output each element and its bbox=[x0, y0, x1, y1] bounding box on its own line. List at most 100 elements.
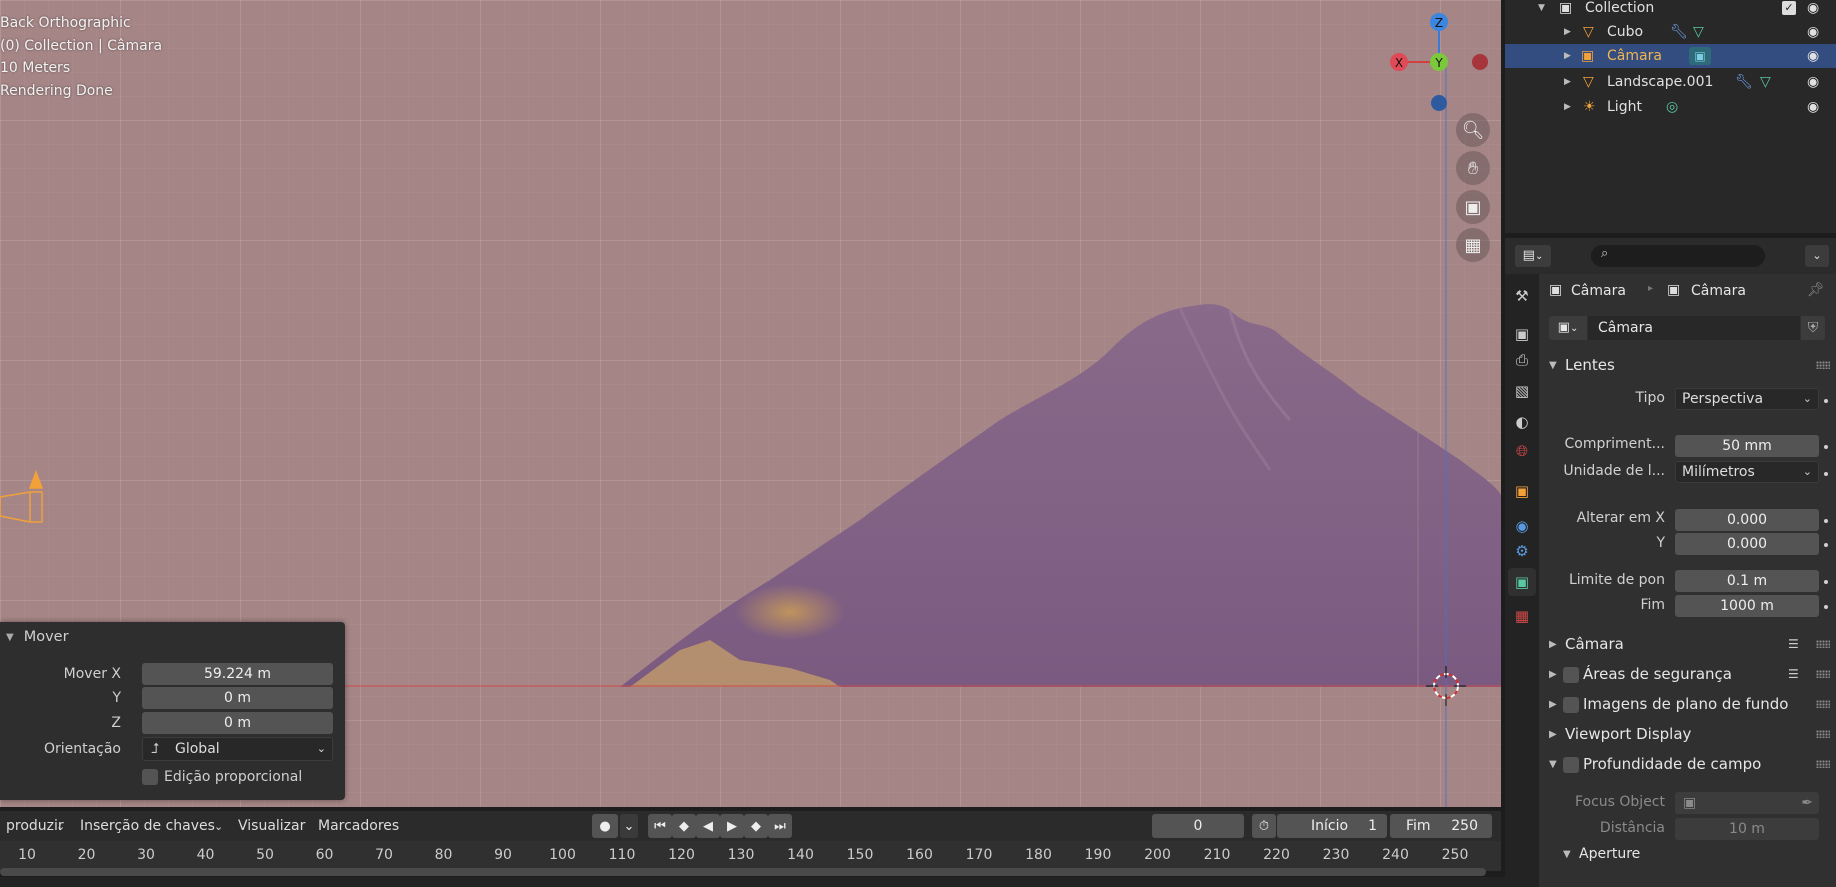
focus-object-field[interactable]: ▣ ✒︎ bbox=[1675, 792, 1819, 814]
keyframe-dot[interactable] bbox=[1824, 580, 1828, 584]
keyframe-dot[interactable] bbox=[1824, 445, 1828, 449]
keyframe-dot[interactable] bbox=[1824, 472, 1828, 476]
safe-areas-panel-header[interactable]: ▶ Áreas de segurança ☰ bbox=[1539, 659, 1836, 689]
drag-grip-icon[interactable] bbox=[1816, 640, 1830, 648]
timeline-scrollbar[interactable] bbox=[0, 868, 1486, 876]
outliner-item-cubo[interactable]: ▶ ▽ Cubo 🔧︎ ▽ ◉ bbox=[1505, 20, 1836, 44]
mover-y-field[interactable]: 0 m bbox=[142, 687, 333, 709]
drag-grip-icon[interactable] bbox=[1816, 700, 1830, 708]
auto-keying-button[interactable]: ● bbox=[592, 814, 618, 838]
tab-tool[interactable]: ⚒︎ bbox=[1508, 282, 1536, 310]
lens-panel-header[interactable]: ▼ Lentes bbox=[1539, 350, 1836, 380]
viewport-display-panel-header[interactable]: ▶ Viewport Display bbox=[1539, 719, 1836, 749]
orientation-select[interactable]: ⮥ Global ⌄ bbox=[142, 737, 333, 761]
clip-start-field[interactable]: 0.1 m bbox=[1675, 570, 1819, 592]
presets-icon[interactable]: ☰ bbox=[1788, 637, 1804, 651]
menu-view[interactable]: Visualizar bbox=[232, 814, 311, 838]
dof-panel-header[interactable]: ▼ Profundidade de campo bbox=[1539, 749, 1836, 779]
keying-options-button[interactable]: ⌄ bbox=[620, 814, 638, 838]
eye-icon[interactable]: ◉ bbox=[1807, 48, 1819, 64]
pan-button[interactable]: ✋︎ bbox=[1456, 151, 1490, 185]
jump-start-button[interactable]: ⏮︎ bbox=[648, 814, 672, 838]
shift-x-field[interactable]: 0.000 bbox=[1675, 509, 1819, 531]
eye-icon[interactable]: ◉ bbox=[1807, 24, 1819, 40]
background-images-checkbox[interactable] bbox=[1563, 695, 1579, 713]
fake-user-button[interactable]: ⛨︎ bbox=[1801, 316, 1825, 340]
expand-icon: ▶ bbox=[1564, 77, 1571, 87]
zoom-button[interactable]: 🔍︎ bbox=[1456, 113, 1490, 147]
tab-render[interactable]: ▣ bbox=[1508, 320, 1536, 348]
next-keyframe-button[interactable]: ◆ bbox=[744, 814, 768, 838]
tab-physics[interactable]: ◉ bbox=[1508, 512, 1536, 540]
distance-field[interactable]: 10 m bbox=[1675, 818, 1819, 840]
options-dropdown[interactable]: ⌄ bbox=[1805, 245, 1829, 267]
datablock-name-field[interactable]: Câmara bbox=[1588, 316, 1800, 340]
drag-grip-icon[interactable] bbox=[1816, 730, 1830, 738]
timeline-tick-label: 50 bbox=[256, 847, 274, 863]
tab-scene[interactable]: ◐ bbox=[1508, 408, 1536, 436]
tab-view-layer[interactable]: ▧ bbox=[1508, 377, 1536, 405]
datablock-browse-button[interactable]: ▣⌄ bbox=[1549, 316, 1587, 340]
operator-panel-header[interactable]: ▼ Mover bbox=[0, 622, 345, 652]
shift-y-field[interactable]: 0.000 bbox=[1675, 533, 1819, 555]
search-icon: ⌕ bbox=[1601, 246, 1609, 261]
end-frame-field[interactable]: Fim 250 bbox=[1390, 814, 1492, 838]
lens-unit-label: Unidade de l... bbox=[1563, 463, 1665, 479]
presets-icon[interactable]: ☰ bbox=[1788, 667, 1804, 681]
search-input[interactable]: ⌕ bbox=[1591, 245, 1765, 267]
mover-z-field[interactable]: 0 m bbox=[142, 712, 333, 734]
camera-panel-header[interactable]: ▶ Câmara ☰ bbox=[1539, 629, 1836, 659]
eye-icon[interactable]: ◉ bbox=[1807, 74, 1819, 90]
eyedropper-icon[interactable]: ✒︎ bbox=[1801, 792, 1813, 814]
keyframe-dot[interactable] bbox=[1824, 605, 1828, 609]
current-frame-field[interactable]: 0 bbox=[1152, 814, 1244, 838]
prev-keyframe-button[interactable]: ◆ bbox=[672, 814, 696, 838]
preview-range-button[interactable]: ⏱︎ bbox=[1252, 814, 1276, 838]
mover-x-field[interactable]: 59.224 m bbox=[142, 663, 333, 685]
safe-areas-checkbox[interactable] bbox=[1563, 665, 1579, 683]
tab-constraints[interactable]: ⚙︎ bbox=[1508, 537, 1536, 565]
play-button[interactable]: ▶ bbox=[720, 814, 744, 838]
drag-grip-icon[interactable] bbox=[1816, 670, 1830, 678]
lens-unit-select[interactable]: Milímetros ⌄ bbox=[1675, 461, 1819, 483]
tab-camera-data[interactable]: ▣ bbox=[1508, 568, 1536, 596]
exclude-checkbox[interactable]: ✓ bbox=[1782, 1, 1796, 15]
eye-icon[interactable]: ◉ bbox=[1807, 99, 1819, 115]
lens-type-select[interactable]: Perspectiva ⌄ bbox=[1675, 388, 1819, 410]
background-images-panel-header[interactable]: ▶ Imagens de plano de fundo bbox=[1539, 689, 1836, 719]
keyframe-dot[interactable] bbox=[1824, 399, 1828, 403]
start-frame-field[interactable]: Início 1 bbox=[1277, 814, 1387, 838]
tab-world[interactable]: 🌐︎ bbox=[1508, 437, 1536, 465]
keyframe-dot[interactable] bbox=[1824, 519, 1828, 523]
outliner-collection-row[interactable]: ▼ ▣ Collection ✓ ◉ bbox=[1505, 0, 1836, 20]
mesh-icon: ▽ bbox=[1583, 24, 1594, 40]
jump-end-button[interactable]: ⏭︎ bbox=[768, 814, 792, 838]
eye-icon[interactable]: ◉ bbox=[1807, 0, 1819, 16]
timeline-ruler[interactable]: 10 20 30 40 50 60 70 80 90 100 110 120 130 140 150 160 1… bbox=[0, 841, 1501, 871]
menu-keying[interactable]: Inserção de chaves bbox=[74, 814, 221, 838]
pin-icon[interactable]: 📌︎ bbox=[1807, 282, 1825, 298]
aperture-panel-header[interactable]: ▼ Aperture bbox=[1539, 841, 1836, 867]
proportional-edit-checkbox[interactable] bbox=[142, 769, 158, 785]
keyframe-dot[interactable] bbox=[1824, 543, 1828, 547]
clip-end-field[interactable]: 1000 m bbox=[1675, 595, 1819, 617]
drag-grip-icon[interactable] bbox=[1816, 361, 1830, 369]
drag-grip-icon[interactable] bbox=[1816, 760, 1830, 768]
3d-viewport[interactable]: Z X Y Back Orthographic (0) Collection |… bbox=[0, 0, 1501, 807]
tab-texture[interactable]: ▦ bbox=[1508, 602, 1536, 630]
camera-view-button[interactable]: ▣ bbox=[1456, 190, 1490, 224]
outliner-item-light[interactable]: ▶ ☀︎ Light ◎ ◉ bbox=[1505, 95, 1836, 119]
editor-type-button[interactable]: ▤⌄ bbox=[1515, 245, 1551, 267]
dof-checkbox[interactable] bbox=[1563, 755, 1579, 773]
jump-end-icon: ⏭︎ bbox=[774, 818, 786, 834]
focal-length-field[interactable]: 50 mm bbox=[1675, 435, 1819, 457]
outliner-item-landscape[interactable]: ▶ ▽ Landscape.001 🔧︎ ▽ ◉ bbox=[1505, 70, 1836, 94]
menu-markers[interactable]: Marcadores bbox=[312, 814, 405, 838]
tab-output[interactable]: ⎙ bbox=[1508, 346, 1536, 374]
play-reverse-button[interactable]: ◀ bbox=[696, 814, 720, 838]
ortho-toggle-button[interactable]: ▦ bbox=[1456, 228, 1490, 262]
background-images-title: Imagens de plano de fundo bbox=[1583, 695, 1789, 713]
outliner-item-camara[interactable]: ▶ ▣ Câmara ▣ ◉ bbox=[1505, 44, 1836, 68]
timeline-tick-label: 100 bbox=[549, 847, 576, 863]
tab-object[interactable]: ▣ bbox=[1508, 477, 1536, 505]
